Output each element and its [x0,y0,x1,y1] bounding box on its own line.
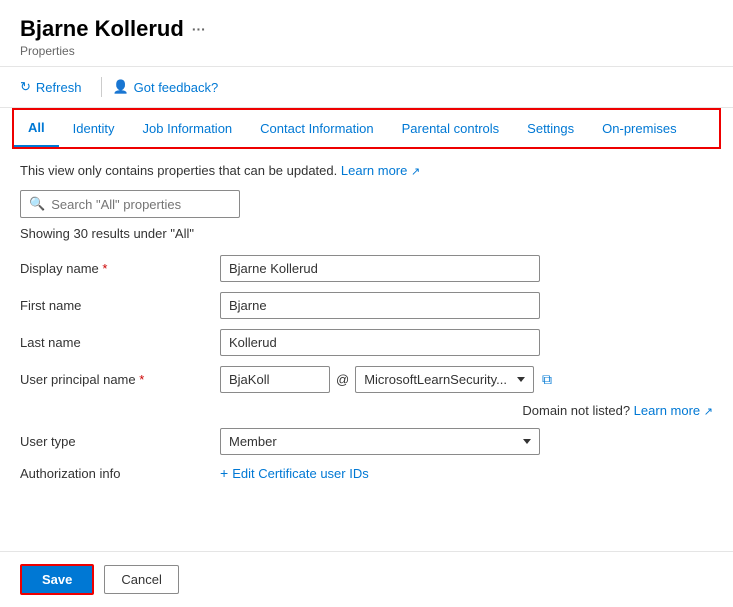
domain-learn-more-label: Learn more [634,403,700,418]
required-star: * [102,261,107,276]
external-link-icon: ↗ [411,166,420,178]
feedback-label: Got feedback? [134,80,219,95]
feedback-icon: 👤 [112,79,128,95]
domain-note: Domain not listed? Learn more ↗ [220,403,713,418]
display-name-input[interactable] [220,255,540,282]
header: Bjarne Kollerud ··· Properties [0,0,733,67]
page-subtitle: Properties [20,44,713,58]
first-name-input[interactable] [220,292,540,319]
first-name-row: First name [20,292,713,319]
auth-info-row: Authorization info + Edit Certificate us… [20,465,713,481]
tabs-container: All Identity Job Information Contact Inf… [12,108,721,149]
user-type-dropdown[interactable]: Member [220,428,540,455]
upn-fields: @ MicrosoftLearnSecurity... ⧉ [220,366,713,393]
user-type-label: User type [20,434,220,449]
footer: Save Cancel [0,551,733,607]
user-name: Bjarne Kollerud [20,16,184,42]
tab-job-information[interactable]: Job Information [129,110,247,147]
toolbar-divider [101,77,102,97]
toolbar: ↻ Refresh 👤 Got feedback? [0,67,733,108]
display-name-label: Display name * [20,261,220,276]
info-text: This view only contains properties that … [20,163,713,178]
upn-label: User principal name * [20,372,220,387]
more-options-icon[interactable]: ··· [192,21,206,37]
auth-info-label: Authorization info [20,466,220,481]
refresh-label: Refresh [36,80,82,95]
refresh-icon: ↻ [20,79,31,95]
tab-on-premises[interactable]: On-premises [588,110,690,147]
search-icon: 🔍 [29,196,45,212]
search-input[interactable] [51,197,231,212]
domain-learn-more-link[interactable]: Learn more ↗ [634,403,713,418]
info-text-body: This view only contains properties that … [20,163,337,178]
edit-certificate-link[interactable]: + Edit Certificate user IDs [220,465,369,481]
at-sign: @ [336,372,349,387]
domain-external-icon: ↗ [704,406,713,418]
upn-row: User principal name * @ MicrosoftLearnSe… [20,366,713,393]
last-name-row: Last name [20,329,713,356]
page-container: Bjarne Kollerud ··· Properties ↻ Refresh… [0,0,733,607]
domain-dropdown[interactable]: MicrosoftLearnSecurity... [355,366,534,393]
last-name-input[interactable] [220,329,540,356]
refresh-button[interactable]: ↻ Refresh [20,75,91,99]
tab-parental-controls[interactable]: Parental controls [388,110,514,147]
upn-prefix-input[interactable] [220,366,330,393]
tab-all[interactable]: All [14,110,59,147]
display-name-row: Display name * [20,255,713,282]
copy-icon[interactable]: ⧉ [542,371,552,388]
tab-settings[interactable]: Settings [513,110,588,147]
results-text: Showing 30 results under "All" [20,226,713,241]
cancel-button[interactable]: Cancel [104,565,178,594]
main-content: This view only contains properties that … [0,149,733,551]
save-button[interactable]: Save [20,564,94,595]
last-name-label: Last name [20,335,220,350]
first-name-label: First name [20,298,220,313]
chevron-down-icon [517,377,525,382]
learn-more-link[interactable]: Learn more ↗ [341,163,420,178]
tab-identity[interactable]: Identity [59,110,129,147]
user-type-value: Member [229,434,277,449]
user-type-chevron-icon [523,439,531,444]
user-type-row: User type Member [20,428,713,455]
tab-contact-information[interactable]: Contact Information [246,110,387,147]
upn-required-star: * [139,372,144,387]
feedback-button[interactable]: 👤 Got feedback? [112,75,228,99]
page-title: Bjarne Kollerud ··· [20,16,713,42]
search-box[interactable]: 🔍 [20,190,240,218]
edit-certificate-label: Edit Certificate user IDs [232,466,369,481]
domain-value: MicrosoftLearnSecurity... [364,372,507,387]
learn-more-label: Learn more [341,163,407,178]
plus-icon: + [220,465,228,481]
